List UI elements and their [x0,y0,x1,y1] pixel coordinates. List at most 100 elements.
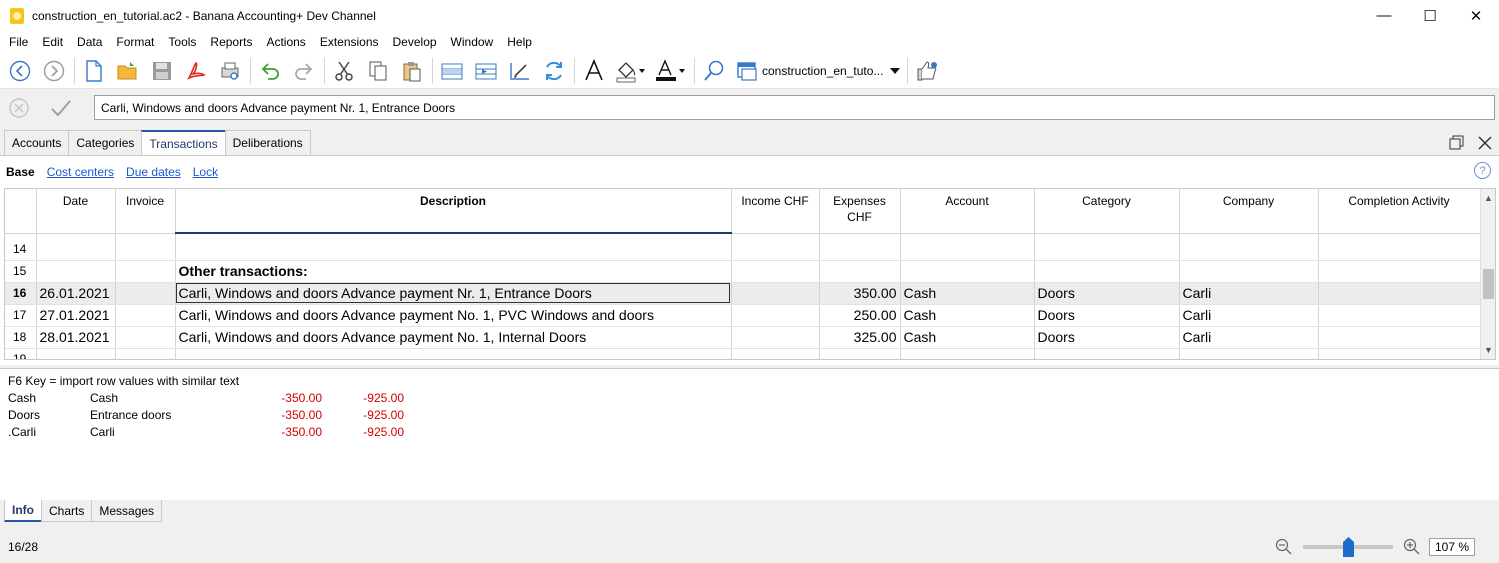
insert-rows-icon[interactable] [472,57,500,85]
add-row-icon[interactable] [438,57,466,85]
tab-info[interactable]: Info [4,500,42,522]
cell-date[interactable]: 27.01.2021 [36,304,116,327]
cell-description-active[interactable]: Carli, Windows and doors Advance payment… [175,282,732,305]
menu-edit[interactable]: Edit [35,35,70,49]
cell-income[interactable] [731,326,820,349]
table-row[interactable]: 19 [5,348,1481,359]
zoom-level[interactable]: 107 % [1429,538,1475,556]
scrollbar-thumb[interactable] [1483,269,1494,299]
header-invoice[interactable]: Invoice [115,189,176,234]
cell-description[interactable] [175,348,732,359]
cell-income[interactable] [731,348,820,359]
table-row[interactable]: 15 Other transactions: [5,260,1481,283]
cell-income[interactable] [731,260,820,283]
menu-actions[interactable]: Actions [259,35,312,49]
cell-invoice[interactable] [115,348,176,359]
cell-expenses[interactable]: 250.00 [819,304,901,327]
fill-color-icon[interactable] [614,57,648,85]
cell-company[interactable]: Carli [1179,282,1319,305]
table-row[interactable]: 14 [5,238,1481,261]
back-icon[interactable] [6,57,34,85]
copy-icon[interactable] [364,57,392,85]
cell-invoice[interactable] [115,238,176,261]
menu-format[interactable]: Format [109,35,161,49]
cell-expenses[interactable] [819,348,901,359]
cell-completion-activity[interactable] [1318,304,1481,327]
view-cost-centers[interactable]: Cost centers [47,165,114,179]
menu-develop[interactable]: Develop [386,35,444,49]
maximize-button[interactable]: ☐ [1407,0,1453,31]
cell-expenses[interactable] [819,260,901,283]
cell-description[interactable]: Other transactions: [175,260,732,283]
cell-completion-activity[interactable] [1318,282,1481,305]
menu-help[interactable]: Help [500,35,539,49]
redo-icon[interactable] [290,57,318,85]
cell-company[interactable]: Carli [1179,326,1319,349]
font-icon[interactable] [580,57,608,85]
new-file-icon[interactable] [80,57,108,85]
cell-completion-activity[interactable] [1318,238,1481,261]
cell-date[interactable] [36,238,116,261]
tab-accounts[interactable]: Accounts [4,130,70,155]
cell-completion-activity[interactable] [1318,326,1481,349]
paste-icon[interactable] [398,57,426,85]
search-icon[interactable] [700,57,728,85]
help-icon[interactable]: ? [1474,162,1491,179]
header-category[interactable]: Category [1034,189,1180,234]
open-folder-icon[interactable] [114,57,142,85]
cell-income[interactable] [731,282,820,305]
cell-account[interactable] [900,348,1035,359]
cell-company[interactable] [1179,238,1319,261]
restore-window-icon[interactable] [1443,133,1471,153]
menu-window[interactable]: Window [444,35,501,49]
header-date[interactable]: Date [36,189,116,234]
zoom-in-icon[interactable] [1403,538,1421,556]
cell-invoice[interactable] [115,260,176,283]
cell-account[interactable] [900,260,1035,283]
scroll-down-icon[interactable]: ▼ [1481,343,1495,357]
cell-description[interactable] [175,238,732,261]
menu-data[interactable]: Data [70,35,109,49]
print-preview-icon[interactable] [216,57,244,85]
cell-date[interactable] [36,260,116,283]
close-table-icon[interactable] [1471,133,1499,153]
table-row[interactable]: 18 28.01.2021 Carli, Windows and doors A… [5,326,1481,349]
cell-expenses[interactable]: 325.00 [819,326,901,349]
cell-edit-field[interactable]: Carli, Windows and doors Advance payment… [94,95,1495,120]
header-company[interactable]: Company [1179,189,1319,234]
scroll-up-icon[interactable]: ▲ [1481,191,1495,205]
save-icon[interactable] [148,57,176,85]
menu-extensions[interactable]: Extensions [313,35,386,49]
tab-messages[interactable]: Messages [91,500,163,522]
cell-income[interactable] [731,304,820,327]
cell-category[interactable]: Doors [1034,282,1180,305]
cell-expenses[interactable]: 350.00 [819,282,901,305]
view-lock[interactable]: Lock [193,165,218,179]
undo-icon[interactable] [256,57,284,85]
cell-date[interactable]: 28.01.2021 [36,326,116,349]
cell-invoice[interactable] [115,304,176,327]
header-expenses[interactable]: Expenses CHF [819,189,901,234]
feedback-thumbs-up-icon[interactable] [913,57,941,85]
header-description[interactable]: Description [175,189,732,234]
close-window-button[interactable]: ✕ [1453,0,1499,31]
cell-category[interactable] [1034,348,1180,359]
table-row-selected[interactable]: 16 26.01.2021 Carli, Windows and doors A… [5,282,1481,305]
cell-category[interactable]: Doors [1034,326,1180,349]
cell-category[interactable]: Doors [1034,304,1180,327]
cell-account[interactable]: Cash [900,326,1035,349]
header-completion-activity[interactable]: Completion Activity [1318,189,1481,234]
zoom-slider-thumb[interactable] [1343,537,1354,557]
cell-date[interactable] [36,348,116,359]
menu-file[interactable]: File [2,35,35,49]
menu-reports[interactable]: Reports [203,35,259,49]
minimize-button[interactable]: — [1361,0,1407,31]
cell-completion-activity[interactable] [1318,260,1481,283]
view-due-dates[interactable]: Due dates [126,165,181,179]
table-row[interactable]: 17 27.01.2021 Carli, Windows and doors A… [5,304,1481,327]
confirm-edit-icon[interactable] [46,93,76,123]
cancel-edit-icon[interactable] [4,93,34,123]
cell-income[interactable] [731,238,820,261]
text-color-icon[interactable] [654,57,688,85]
cell-completion-activity[interactable] [1318,348,1481,359]
